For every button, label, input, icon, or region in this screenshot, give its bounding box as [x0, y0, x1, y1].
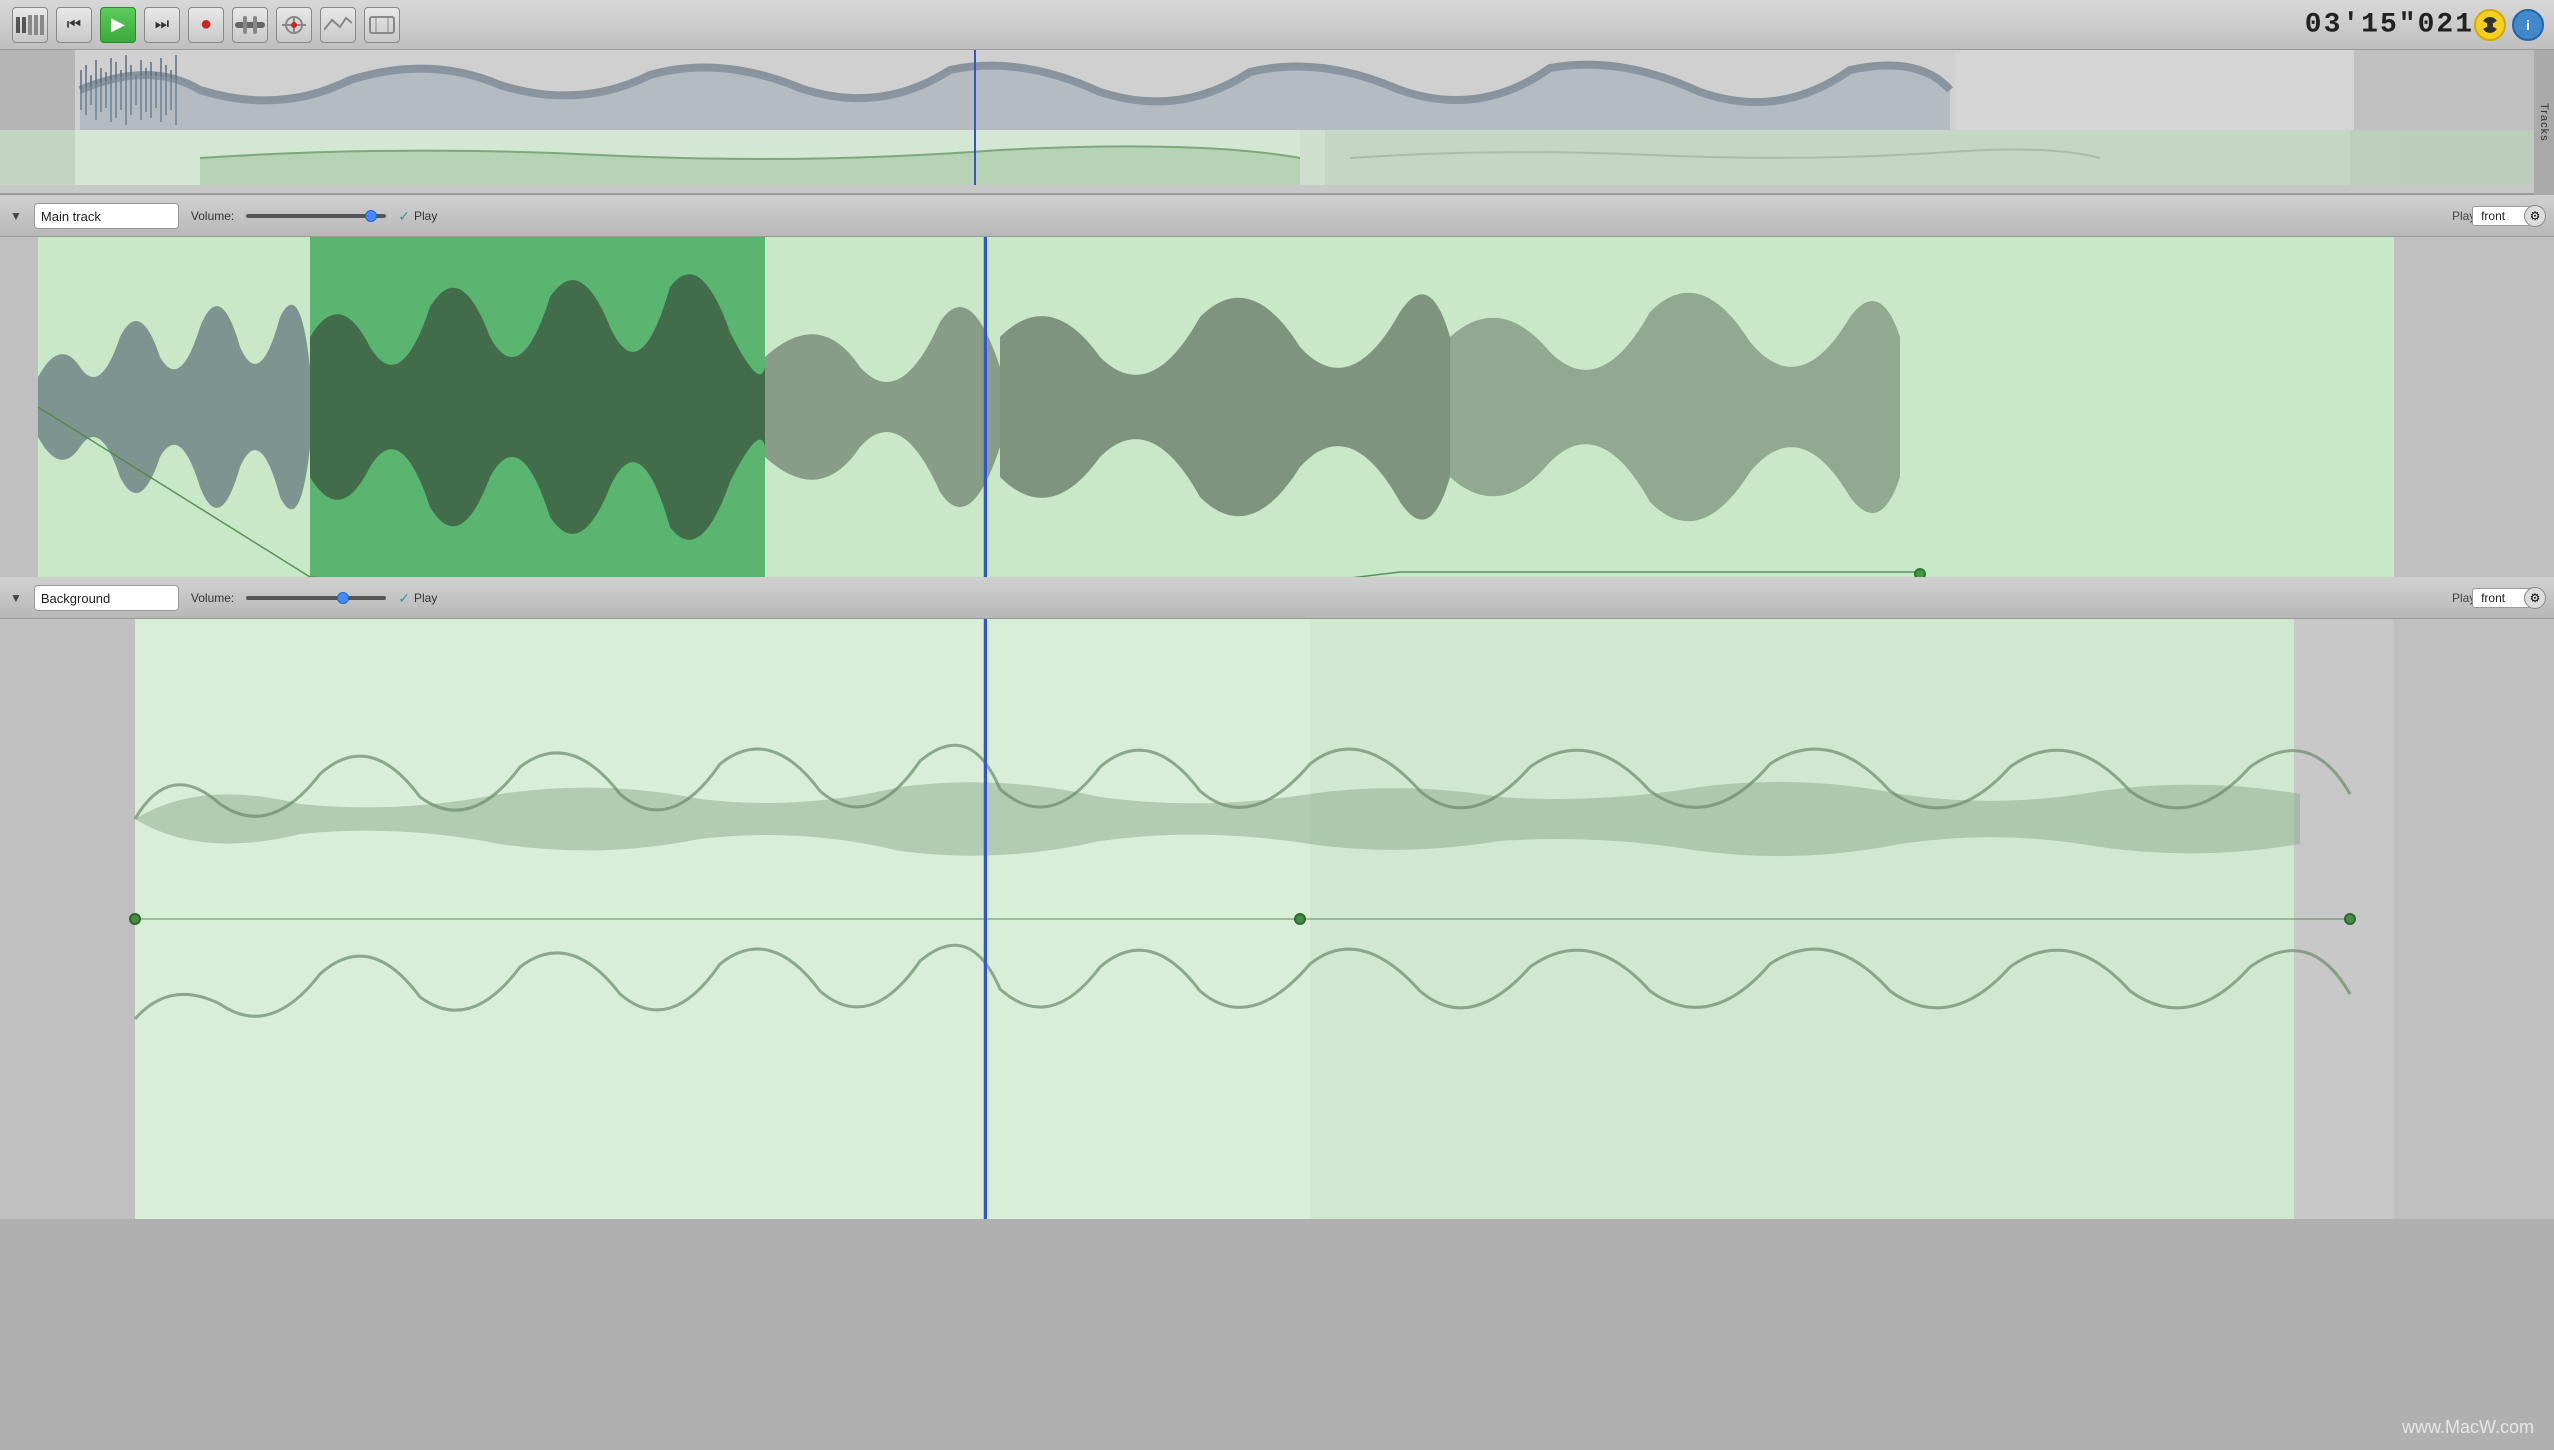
- background-track-settings-gear[interactable]: ⚙: [2524, 587, 2546, 609]
- tool2-button[interactable]: [276, 7, 312, 43]
- overview-waveform-bottom: [0, 130, 2554, 185]
- overview-waveform-svg: [0, 50, 2554, 130]
- background-track-volume-slider[interactable]: [246, 596, 386, 600]
- main-track-waveform-svg: [0, 237, 2554, 577]
- main-track-playhead: [985, 237, 987, 577]
- background-track-waveform: [0, 619, 2554, 1219]
- watermark: www.MacW.com: [2402, 1417, 2534, 1438]
- main-track-play-checkbox[interactable]: ✓ Play: [398, 208, 437, 225]
- bg-envelope-point-2[interactable]: [1294, 913, 1306, 925]
- background-track-name-input[interactable]: [34, 585, 179, 611]
- background-track-header: ▼ Volume: ✓ Play Playback: front ▼ ⚙: [0, 577, 2554, 619]
- time-display: 03'15"021: [2305, 9, 2474, 40]
- main-track-volume-label: Volume:: [191, 209, 234, 223]
- main-track-section: ▼ Volume: ✓ Play Playback: front ▼ ⚙: [0, 195, 2554, 577]
- bg-envelope-point-3[interactable]: [2344, 913, 2356, 925]
- tool3-button[interactable]: [320, 7, 356, 43]
- main-track-volume-slider[interactable]: [246, 214, 386, 218]
- tracks-label-vertical: Tracks: [2534, 50, 2554, 195]
- record-button[interactable]: ●: [188, 7, 224, 43]
- overview-section: Tracks: [0, 50, 2554, 195]
- background-track-volume-label: Volume:: [191, 591, 234, 605]
- fast-forward-button[interactable]: ⏭: [144, 7, 180, 43]
- main-track-name-input[interactable]: [34, 203, 179, 229]
- background-track-play-checkbox[interactable]: ✓ Play: [398, 590, 437, 607]
- radiation-icon[interactable]: [2474, 9, 2506, 41]
- toolbar-right-icons: i: [2474, 9, 2544, 41]
- main-track-settings-gear[interactable]: ⚙: [2524, 205, 2546, 227]
- overview-waveform-top: [0, 50, 2554, 130]
- main-track-waveform: [0, 237, 2554, 577]
- info-icon[interactable]: i: [2512, 9, 2544, 41]
- bg-envelope-point-1[interactable]: [129, 913, 141, 925]
- background-track-arrow[interactable]: ▼: [10, 591, 22, 605]
- envelope-point-2[interactable]: [1914, 568, 1926, 577]
- bg-track-waveform-svg: [0, 619, 2554, 1219]
- overview-left-gray: [0, 50, 75, 130]
- tool4-button[interactable]: [364, 7, 400, 43]
- play-button[interactable]: ▶: [100, 7, 136, 43]
- transport-icon-btn[interactable]: [12, 7, 48, 43]
- bg-track-playhead: [985, 619, 987, 1219]
- rewind-button[interactable]: ⏮: [56, 7, 92, 43]
- overview-right-gray: [2354, 50, 2554, 130]
- main-track-arrow[interactable]: ▼: [10, 209, 22, 223]
- overview-bottom-svg: [0, 130, 2554, 185]
- background-track-section: ▼ Volume: ✓ Play Playback: front ▼ ⚙: [0, 577, 2554, 1219]
- toolbar: ⏮ ▶ ⏭ ● 03'15"021 i: [0, 0, 2554, 50]
- tool1-button[interactable]: [232, 7, 268, 43]
- main-track-header: ▼ Volume: ✓ Play Playback: front ▼ ⚙: [0, 195, 2554, 237]
